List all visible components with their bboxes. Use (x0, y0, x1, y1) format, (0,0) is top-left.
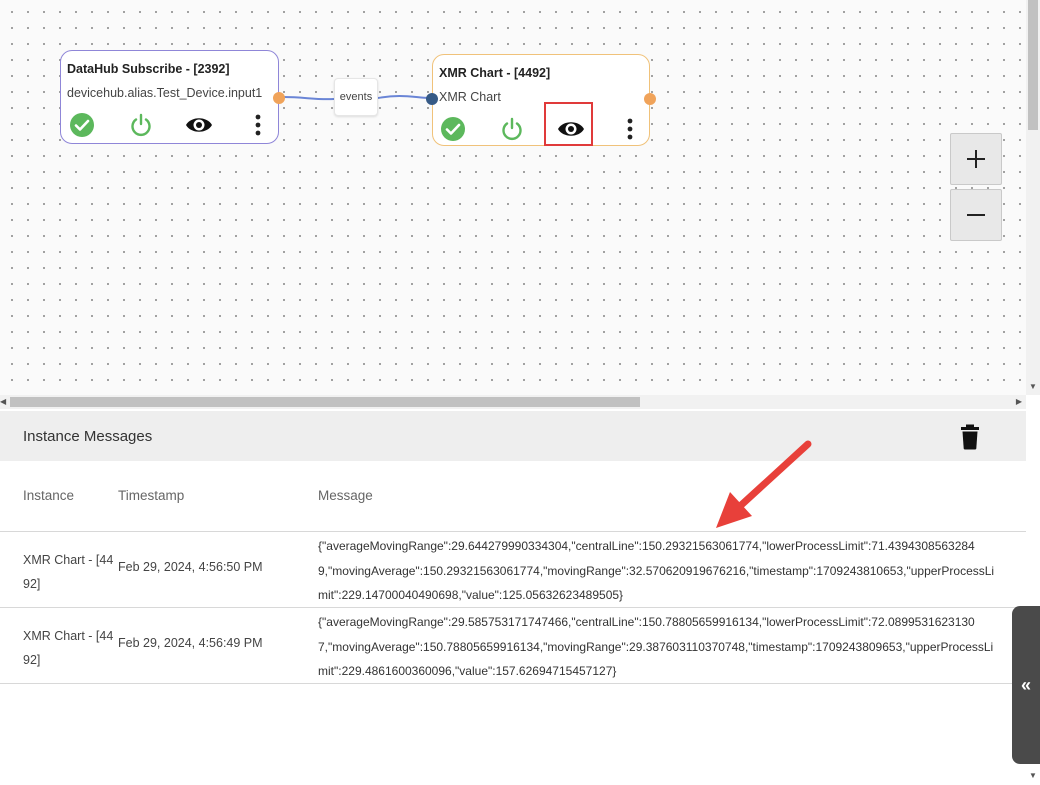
column-header-timestamp[interactable]: Timestamp (118, 488, 184, 503)
zoom-in-button[interactable] (950, 133, 1002, 185)
minus-icon (967, 214, 985, 216)
eye-icon[interactable] (185, 111, 213, 139)
table-row: XMR Chart - [4492] Feb 29, 2024, 4:56:49… (0, 607, 1026, 684)
message-cell: {"averageMovingRange":29.585753171747466… (318, 615, 994, 678)
more-vertical-icon[interactable] (616, 115, 644, 143)
zoom-out-button[interactable] (950, 189, 1002, 241)
plus-icon (967, 150, 985, 168)
power-icon[interactable] (127, 111, 155, 139)
column-header-instance[interactable]: Instance (23, 488, 74, 503)
instance-cell: XMR Chart - [4492] (23, 629, 114, 667)
node-subtitle: XMR Chart (439, 90, 501, 104)
table-row: XMR Chart - [4492] Feb 29, 2024, 4:56:50… (0, 531, 1026, 608)
messages-panel-header: Instance Messages (0, 411, 1026, 461)
collapse-panel-tab[interactable]: « (1012, 606, 1040, 764)
scroll-thumb[interactable] (10, 397, 640, 407)
check-icon[interactable] (68, 111, 96, 139)
scroll-right-arrow-icon[interactable]: ▶ (1016, 397, 1022, 406)
output-port[interactable] (644, 93, 656, 105)
scroll-down-arrow-icon[interactable]: ▼ (1029, 382, 1037, 391)
canvas-horizontal-scrollbar[interactable]: ◀ ▶ (0, 395, 1026, 409)
node-subtitle: devicehub.alias.Test_Device.input1 (67, 86, 263, 100)
scroll-thumb[interactable] (1028, 0, 1038, 130)
highlight-box (544, 102, 593, 146)
column-header-message[interactable]: Message (318, 488, 373, 503)
power-icon[interactable] (498, 115, 526, 143)
node-datahub-subscribe[interactable]: DataHub Subscribe - [2392] devicehub.ali… (60, 50, 285, 144)
node-title: DataHub Subscribe - [2392] (67, 62, 230, 76)
timestamp-cell: Feb 29, 2024, 4:56:50 PM (118, 560, 263, 574)
node-title: XMR Chart - [4492] (439, 66, 551, 80)
node-xmr-chart[interactable]: XMR Chart - [4492] XMR Chart (426, 54, 656, 146)
trash-icon[interactable] (958, 424, 982, 450)
scroll-left-arrow-icon[interactable]: ◀ (0, 397, 6, 406)
input-port[interactable] (426, 93, 438, 105)
double-chevron-left-icon: « (1020, 674, 1031, 695)
more-vertical-icon[interactable] (244, 111, 272, 139)
timestamp-cell: Feb 29, 2024, 4:56:49 PM (118, 636, 263, 650)
annotation-arrow-icon (716, 440, 812, 528)
output-port[interactable] (273, 92, 285, 104)
scroll-down-arrow-icon[interactable]: ▼ (1029, 771, 1037, 780)
check-icon[interactable] (439, 115, 467, 143)
panel-title: Instance Messages (23, 428, 153, 445)
instance-cell: XMR Chart - [4492] (23, 553, 114, 591)
edge-label[interactable]: events (334, 78, 378, 116)
canvas-vertical-scrollbar[interactable]: ▼ (1026, 0, 1040, 395)
flow-canvas[interactable]: DataHub Subscribe - [2392] devicehub.ali… (0, 0, 1026, 395)
message-cell: {"averageMovingRange":29.644279990334304… (318, 539, 995, 602)
